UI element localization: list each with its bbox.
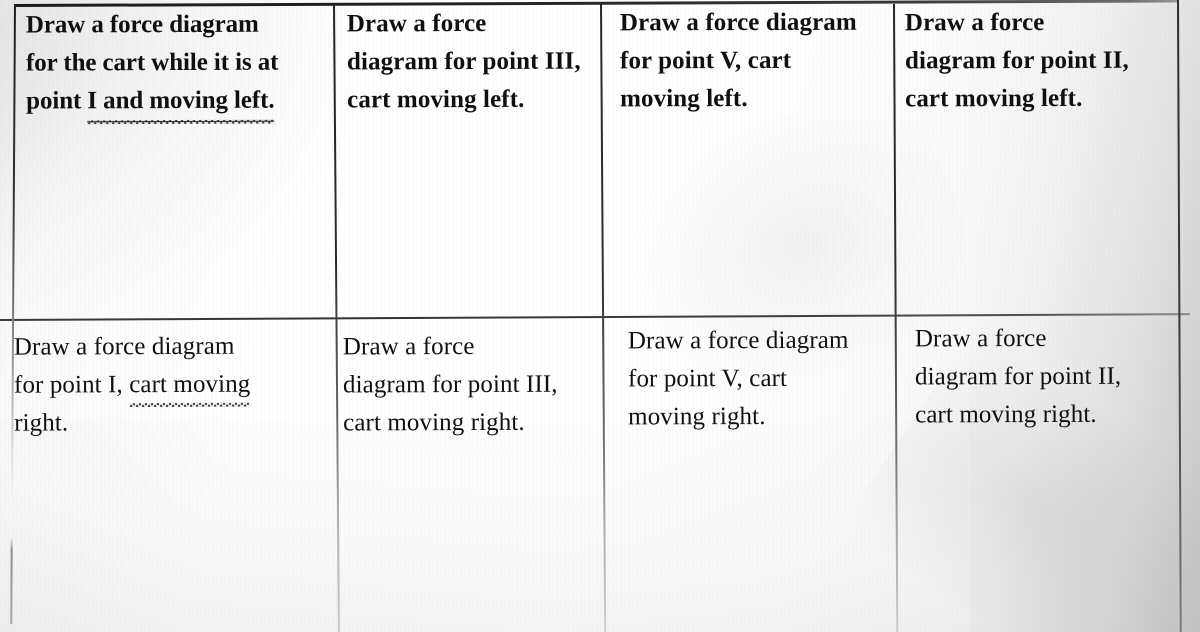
cell-line: diagram for point III, xyxy=(342,370,558,399)
table-cell-point-II-left: Draw a force diagram for point II, cart … xyxy=(905,4,1173,119)
cell-line: diagram for point III, xyxy=(346,47,581,76)
table-cell-point-I-left: Draw a force diagram for the cart while … xyxy=(25,5,326,123)
cell-line: Draw a force xyxy=(342,332,475,361)
table-cell-point-III-right: Draw a force diagram for point III, cart… xyxy=(343,328,599,443)
cell-line: cart moving right. xyxy=(915,400,1097,429)
spellcheck-underlined-text: cart moving xyxy=(129,366,250,405)
table-cell-point-II-right: Draw a force diagram for point II, cart … xyxy=(915,320,1173,435)
scanned-worksheet-page: Draw a force diagram for the cart while … xyxy=(0,0,1200,632)
cell-line: Draw a force xyxy=(914,324,1047,353)
cell-line: right. xyxy=(14,409,69,437)
cell-line: moving left. xyxy=(620,85,748,113)
cell-line: moving right. xyxy=(628,402,766,431)
table-cell-point-I-right: Draw a force diagram for point I, cart m… xyxy=(14,327,322,442)
cell-line: Draw a force diagram xyxy=(25,10,259,39)
cell-line: cart moving left. xyxy=(905,84,1083,113)
cell-line: for point V, cart xyxy=(627,364,788,393)
spellcheck-underlined-text: I and moving left. xyxy=(87,81,275,123)
cell-line: point I and moving left. xyxy=(26,81,326,123)
cell-line: Draw a force diagram xyxy=(619,8,857,37)
cell-line: Draw a force xyxy=(904,8,1045,37)
cell-line-text: point xyxy=(26,87,88,115)
cell-line: Draw a force xyxy=(346,9,487,38)
cell-line: for point I, cart moving xyxy=(14,365,322,404)
cell-line: Draw a force diagram xyxy=(13,332,235,361)
table-cell-point-III-left: Draw a force diagram for point III, cart… xyxy=(347,5,593,120)
cell-line: diagram for point II, xyxy=(904,46,1129,75)
cell-line: diagram for point II, xyxy=(914,362,1122,391)
table-cell-point-V-left: Draw a force diagram for point V, cart m… xyxy=(620,4,888,119)
table-cell-point-V-right: Draw a force diagram for point V, cart m… xyxy=(628,322,894,437)
cell-line: cart moving left. xyxy=(347,85,525,114)
cell-line: cart moving right. xyxy=(343,408,525,437)
cell-line: Draw a force diagram xyxy=(627,326,849,355)
cell-line-text: for point I, xyxy=(13,371,130,399)
cell-line: for the cart while it is at xyxy=(25,48,279,77)
cell-line: for point V, cart xyxy=(619,46,792,75)
